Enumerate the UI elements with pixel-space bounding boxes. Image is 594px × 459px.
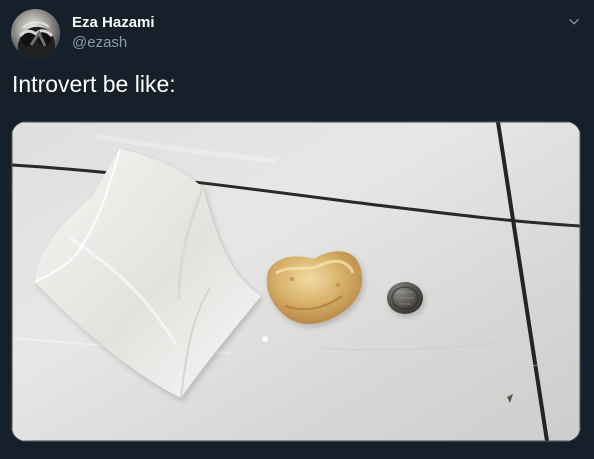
tweet-card: Eza Hazami @ezash Introvert be like: (0, 0, 594, 459)
chevron-down-icon (569, 19, 579, 25)
tweet-text: Introvert be like: (12, 71, 176, 97)
display-name[interactable]: Eza Hazami (72, 14, 155, 31)
profile-avatar-image (11, 9, 60, 58)
floor-chip-photo (12, 122, 580, 441)
tweet-image[interactable] (12, 122, 580, 441)
avatar[interactable] (11, 9, 60, 58)
more-options-button[interactable] (563, 11, 585, 33)
user-handle[interactable]: @ezash (72, 34, 127, 51)
